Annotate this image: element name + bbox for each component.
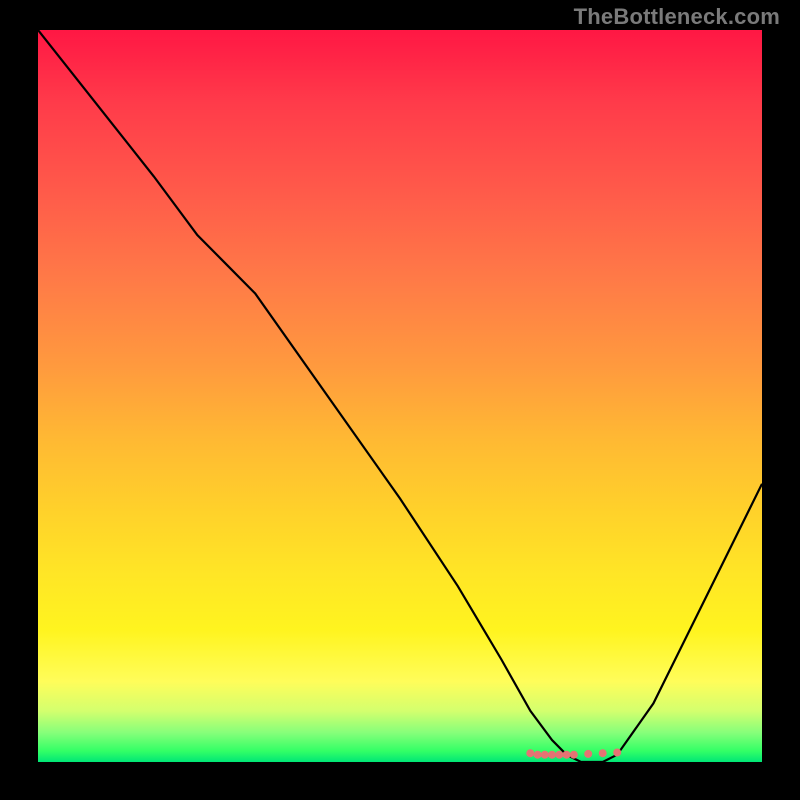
cluster-dot	[534, 751, 542, 759]
cluster-dot	[570, 751, 578, 759]
cluster-dot	[584, 750, 592, 758]
bottleneck-curve	[38, 30, 762, 762]
cluster-dot	[548, 751, 556, 759]
plot-area	[38, 30, 762, 762]
cluster-dot	[541, 751, 549, 759]
curve-svg	[38, 30, 762, 762]
chart-container: TheBottleneck.com	[0, 0, 800, 800]
cluster-dot	[613, 749, 621, 757]
cluster-dot	[563, 751, 571, 759]
watermark-text: TheBottleneck.com	[574, 4, 780, 30]
cluster-dots	[526, 749, 621, 759]
cluster-dot	[555, 751, 563, 759]
cluster-dot	[526, 749, 534, 757]
cluster-dot	[599, 749, 607, 757]
